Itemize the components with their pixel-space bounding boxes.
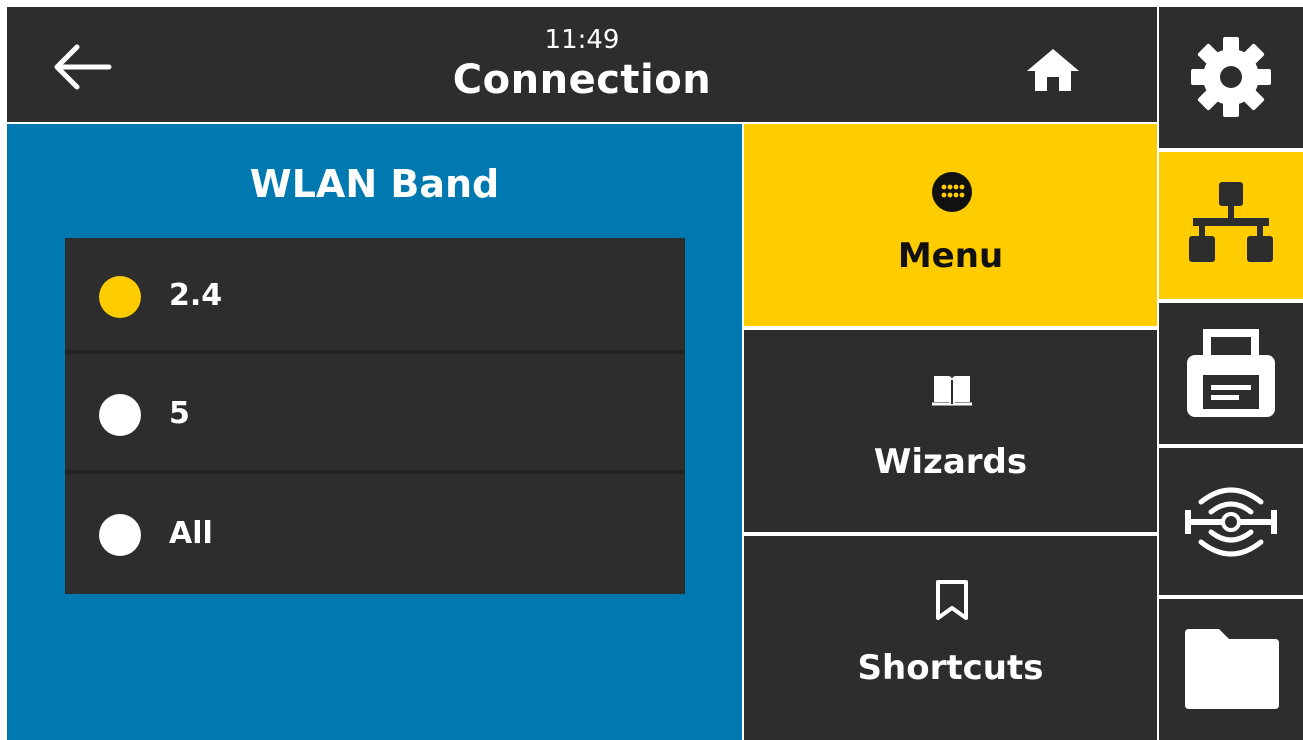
option-all[interactable]: All: [65, 478, 685, 594]
radio-unselected[interactable]: [99, 394, 141, 436]
nav-wizards-label: Wizards: [873, 442, 1028, 482]
panel-title: WLAN Band: [249, 162, 500, 206]
nav-menu[interactable]: Menu: [744, 124, 1157, 326]
book-icon: [932, 376, 972, 406]
sidebar-item-rfid[interactable]: [1159, 448, 1303, 595]
option-5[interactable]: 5: [65, 358, 685, 474]
home-icon: [1027, 49, 1079, 91]
option-label: All: [169, 516, 213, 551]
rfid-icon: [1185, 487, 1277, 557]
gear-icon: [1191, 37, 1271, 117]
option-list: 2.4 5 All: [65, 238, 685, 594]
header-bar: 11:49 Connection: [7, 7, 1157, 122]
sidebar-item-storage[interactable]: [1159, 599, 1303, 740]
nav-shortcuts[interactable]: Shortcuts: [744, 536, 1157, 740]
nav-wizards[interactable]: Wizards: [744, 330, 1157, 532]
printer-icon: [1187, 329, 1275, 417]
main-nav: Menu Wizards Shortcuts: [744, 124, 1157, 740]
option-2-4[interactable]: 2.4: [65, 238, 685, 354]
menu-grid-icon: [932, 172, 972, 212]
settings-panel: WLAN Band 2.4 5 All: [7, 124, 742, 740]
category-sidebar: [1159, 7, 1303, 740]
bookmark-icon: [936, 580, 968, 620]
folder-icon: [1185, 629, 1279, 709]
radio-unselected[interactable]: [99, 514, 141, 556]
option-label: 5: [169, 396, 190, 431]
page-title: Connection: [452, 57, 712, 103]
home-button[interactable]: [1023, 45, 1083, 95]
printer-screen: 11:49 Connection WLAN Band 2.4 5 All Men…: [0, 0, 1303, 740]
clock: 11:49: [544, 25, 620, 55]
network-icon: [1189, 182, 1273, 262]
sidebar-item-connection[interactable]: [1159, 152, 1303, 299]
option-label: 2.4: [169, 278, 223, 313]
sidebar-item-settings[interactable]: [1159, 7, 1303, 148]
sidebar-item-print[interactable]: [1159, 303, 1303, 444]
radio-selected[interactable]: [99, 276, 141, 318]
nav-menu-label: Menu: [897, 236, 1004, 276]
nav-shortcuts-label: Shortcuts: [857, 648, 1044, 688]
